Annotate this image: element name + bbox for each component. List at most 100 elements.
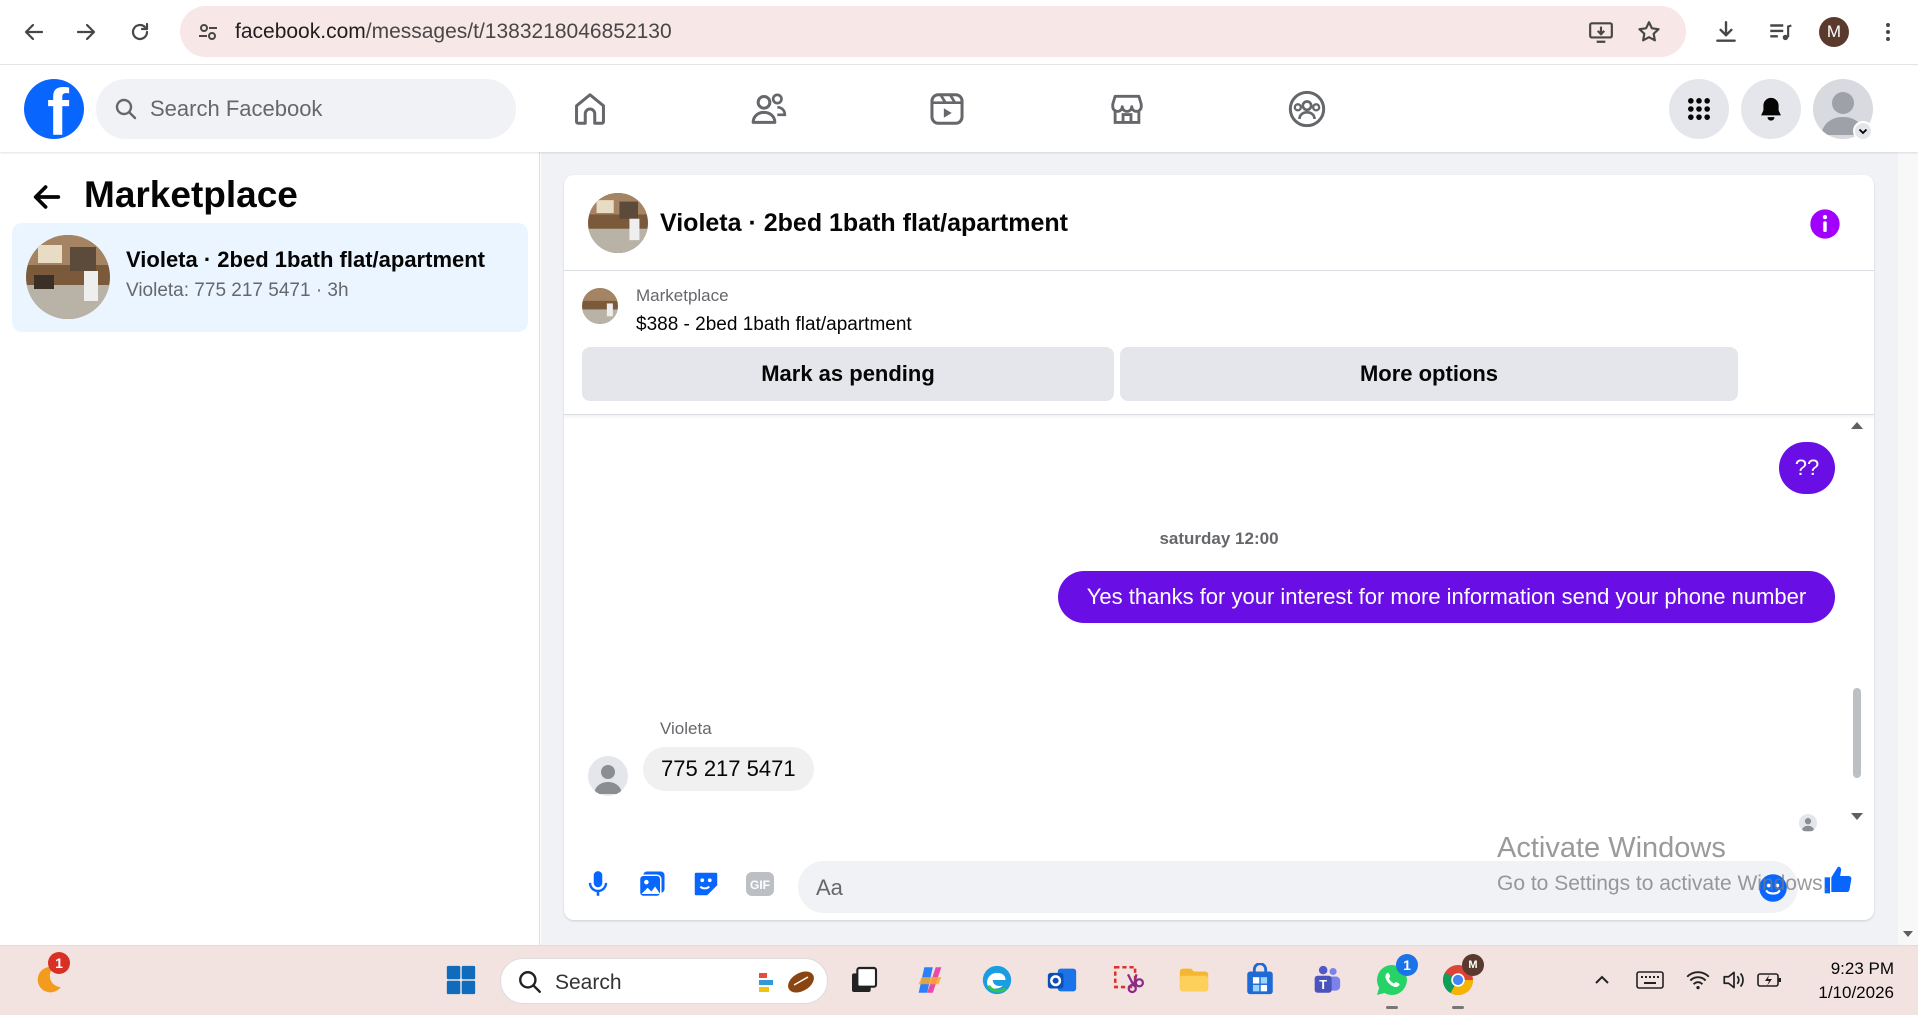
taskbar-search[interactable]: Search xyxy=(500,958,828,1004)
taskbar-file-explorer[interactable] xyxy=(1174,960,1214,1000)
message-scrollbar[interactable] xyxy=(1847,416,1867,846)
sender-name: Violeta xyxy=(660,719,712,738)
default-avatar-icon xyxy=(594,765,622,794)
sticker-button[interactable] xyxy=(690,868,722,900)
taskbar-teams[interactable]: T xyxy=(1306,960,1346,1000)
windows-taskbar: 1 Search T 1 M 9:23 PM 1/10/2026 xyxy=(0,945,1918,1015)
taskbar-clock-time[interactable]: 9:23 PM xyxy=(1824,959,1894,979)
scrollbar-thumb[interactable] xyxy=(1853,688,1861,778)
install-app-icon[interactable] xyxy=(1588,19,1614,45)
folder-icon xyxy=(1179,968,1209,992)
show-hidden-icons-button[interactable] xyxy=(1582,960,1622,1000)
chrome-profile-badge: M xyxy=(1462,954,1484,976)
listing-source-label: Marketplace xyxy=(636,286,729,305)
account-chevron-icon[interactable] xyxy=(1853,121,1873,141)
info-icon xyxy=(1810,209,1840,239)
chrome-menu-button[interactable] xyxy=(1868,12,1908,52)
battery-charging-icon xyxy=(1757,973,1781,987)
reload-button[interactable] xyxy=(120,12,160,52)
running-indicator xyxy=(1386,1006,1398,1009)
nav-video[interactable] xyxy=(924,86,970,132)
scroll-down-arrow-icon[interactable] xyxy=(1850,812,1864,822)
home-icon xyxy=(575,93,605,125)
back-to-marketplace-button[interactable] xyxy=(30,180,64,214)
page-scrollbar[interactable] xyxy=(1898,66,1918,946)
forward-button[interactable] xyxy=(66,12,106,52)
incoming-message[interactable]: 775 217 5471 xyxy=(643,747,814,791)
scroll-down-arrow-icon[interactable] xyxy=(1902,930,1914,939)
notifications-button[interactable] xyxy=(1741,79,1801,139)
address-bar[interactable]: facebook.com/messages/t/1383218046852130 xyxy=(180,6,1686,57)
profile-avatar: M xyxy=(1819,17,1849,47)
facebook-search-input[interactable]: Search Facebook xyxy=(96,79,516,139)
snipping-tool-icon xyxy=(1113,965,1145,994)
video-reels-icon xyxy=(930,93,964,125)
url-text: facebook.com/messages/t/1383218046852130 xyxy=(235,20,672,43)
arrow-left-icon xyxy=(33,185,61,209)
photo-gallery-icon xyxy=(638,871,665,898)
running-indicator xyxy=(1452,1006,1464,1009)
voice-clip-button[interactable] xyxy=(582,868,614,900)
playlist-icon xyxy=(1770,24,1792,41)
download-icon xyxy=(1716,21,1736,42)
outgoing-message[interactable]: ?? xyxy=(1779,442,1835,494)
taskbar-microsoft-store[interactable] xyxy=(1240,960,1280,1000)
volume-button[interactable] xyxy=(1714,960,1754,1000)
bookmark-star-icon[interactable] xyxy=(1636,19,1662,45)
menu-button[interactable] xyxy=(1669,79,1729,139)
copilot-icon xyxy=(918,967,942,993)
edge-browser-icon xyxy=(982,965,1012,995)
conversation-list-item[interactable]: Violeta · 2bed 1bath flat/apartment Viol… xyxy=(12,223,528,332)
nav-marketplace[interactable] xyxy=(1104,86,1150,132)
start-button[interactable] xyxy=(441,960,481,1000)
svg-text:T: T xyxy=(1319,977,1327,992)
conversation-info-button[interactable] xyxy=(1809,208,1841,240)
search-icon xyxy=(115,98,137,120)
seen-receipt-avatar xyxy=(1799,814,1817,832)
nav-home[interactable] xyxy=(567,86,613,132)
speaker-icon xyxy=(1723,971,1744,989)
friends-icon xyxy=(751,93,787,124)
taskbar-copilot[interactable] xyxy=(910,960,950,1000)
svg-text:GIF: GIF xyxy=(750,878,770,892)
chat-panel: Violeta · 2bed 1bath flat/apartment Mark… xyxy=(564,175,1874,920)
taskbar-edge[interactable] xyxy=(977,960,1017,1000)
taskbar-task-view[interactable] xyxy=(844,960,884,1000)
mark-as-pending-button[interactable]: Mark as pending xyxy=(582,347,1114,401)
more-vertical-icon xyxy=(1886,23,1890,41)
nav-groups[interactable] xyxy=(1284,86,1330,132)
taskbar-chrome[interactable]: M xyxy=(1438,954,1484,1000)
attach-photo-button[interactable] xyxy=(636,868,668,900)
sender-avatar[interactable] xyxy=(588,756,628,796)
profile-button[interactable]: M xyxy=(1814,12,1854,52)
gif-button[interactable]: GIF xyxy=(744,868,776,900)
wifi-icon xyxy=(1686,971,1710,990)
taskbar-weather[interactable]: 1 xyxy=(28,952,70,1000)
network-button[interactable] xyxy=(1678,960,1718,1000)
battery-button[interactable] xyxy=(1750,960,1790,1000)
chat-avatar[interactable] xyxy=(588,193,648,253)
nav-friends[interactable] xyxy=(746,86,792,132)
teams-icon: T xyxy=(1314,965,1341,993)
downloads-button[interactable] xyxy=(1706,12,1746,52)
more-options-button[interactable]: More options xyxy=(1120,347,1738,401)
taskbar-outlook[interactable] xyxy=(1042,960,1082,1000)
media-controls-button[interactable] xyxy=(1760,12,1800,52)
search-icon xyxy=(519,971,541,993)
back-button[interactable] xyxy=(14,12,54,52)
facebook-logo[interactable]: f xyxy=(24,79,84,139)
site-settings-icon[interactable] xyxy=(196,20,220,44)
outgoing-message[interactable]: Yes thanks for your interest for more in… xyxy=(1058,571,1835,623)
browser-toolbar: facebook.com/messages/t/1383218046852130… xyxy=(0,0,1918,65)
listing-thumbnail[interactable] xyxy=(582,288,618,324)
taskbar-whatsapp[interactable]: 1 xyxy=(1372,954,1418,1000)
listing-price-title[interactable]: $388 - 2bed 1bath flat/apartment xyxy=(636,314,912,336)
taskbar-clock-date[interactable]: 1/10/2026 xyxy=(1804,983,1894,1003)
scroll-up-arrow-icon[interactable] xyxy=(1850,420,1864,430)
taskbar-snipping-tool[interactable] xyxy=(1108,960,1148,1000)
chat-title[interactable]: Violeta · 2bed 1bath flat/apartment xyxy=(660,209,1068,238)
windows-logo-icon xyxy=(446,965,476,995)
keyboard-layout-button[interactable] xyxy=(1630,960,1670,1000)
keyboard-icon xyxy=(1636,971,1664,989)
arrow-left-icon xyxy=(24,23,44,41)
